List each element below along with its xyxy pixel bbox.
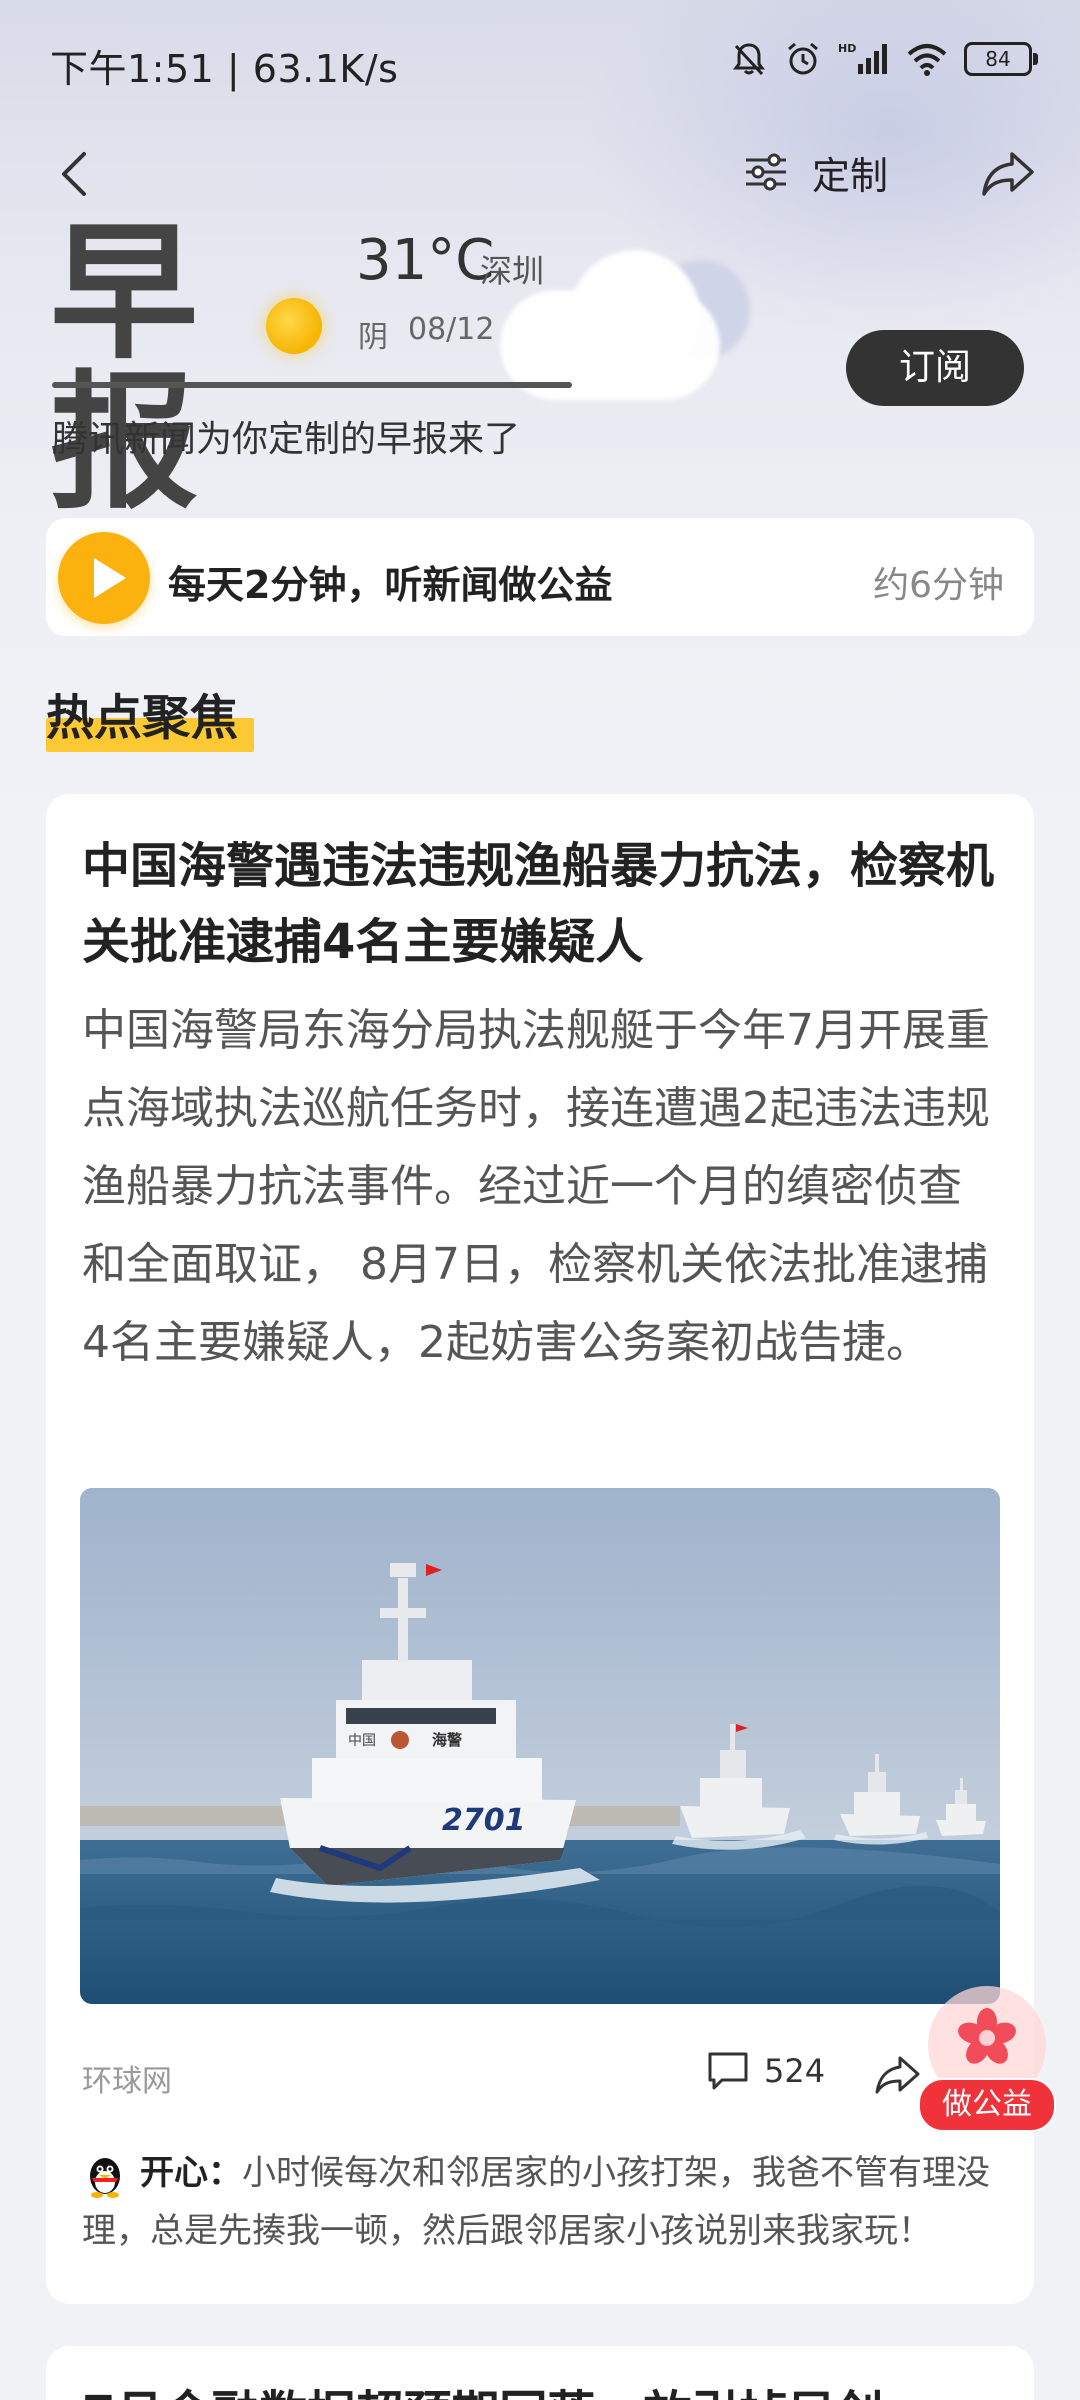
qq-penguin-icon xyxy=(90,2157,120,2198)
signal-icon: HD xyxy=(838,42,887,74)
sun-icon xyxy=(266,298,322,354)
article-source[interactable]: 环球网 xyxy=(82,2056,172,2100)
wifi-icon xyxy=(907,44,947,76)
comment-icon xyxy=(708,2052,748,2090)
article-summary: 中国海警局东海分局执法舰艇于今年7月开展重点海域执法巡航任务时，接连遭遇2起违法… xyxy=(82,1005,990,1368)
audio-news-bar[interactable]: 每天2分钟，听新闻做公益 约6分钟 xyxy=(46,518,1034,636)
weather-line: 阴 08/12 xyxy=(358,312,494,356)
audio-duration: 约6分钟 xyxy=(873,565,1004,606)
temperature: 31°C xyxy=(356,228,495,293)
subscribe-button[interactable]: 订阅 xyxy=(846,330,1024,406)
article-footer: 环球网 524 xyxy=(82,2044,1002,2104)
page: 下午1:51 | 63.1K/s HD 84 定制 早报 31°C 深圳 阴 0… xyxy=(0,0,1080,2400)
comment-button[interactable]: 524 xyxy=(706,2050,825,2092)
article-image[interactable]: 中国 海警 2701 xyxy=(80,1488,1000,2004)
mute-bell-icon xyxy=(733,43,765,76)
article-card[interactable]: 中国海警遇违法违规渔船暴力抗法，检察机关批准逮捕4名主要嫌疑人 中国海警局东海分… xyxy=(46,794,1034,2304)
charity-float-button[interactable]: 做公益 xyxy=(918,1986,1056,2132)
alarm-icon xyxy=(788,42,818,75)
commenter-name: 开心： xyxy=(140,2153,242,2193)
next-article-card[interactable]: 7月金融数据超预期回落，放引掉局创 xyxy=(46,2346,1034,2400)
share-icon[interactable] xyxy=(978,142,1038,202)
section-title: 热点聚焦 xyxy=(46,690,239,746)
battery-indicator: 84 xyxy=(964,42,1038,76)
cloud-icon xyxy=(500,250,750,420)
coast-guard-ships-image: 中国 海警 2701 xyxy=(80,1488,1000,2004)
svg-text:HD: HD xyxy=(838,42,856,55)
sliders-icon xyxy=(746,153,786,191)
hull-number: 2701 xyxy=(442,1803,526,1838)
top-nav: 定制 xyxy=(0,128,1080,218)
top-comment[interactable]: 开心：小时候每次和邻居家的小孩打架，我爸不管有理没理，总是先揍我一顿，然后跟邻居… xyxy=(82,2144,1002,2260)
status-time-speed: 下午1:51 | 63.1K/s xyxy=(50,47,399,91)
article-share-icon[interactable] xyxy=(872,2048,922,2098)
header-divider xyxy=(52,382,572,388)
customize-label: 定制 xyxy=(812,153,889,198)
tagline: 腾讯新闻为你定制的早报来了 xyxy=(52,419,521,460)
status-icons: HD 84 xyxy=(730,40,1038,78)
audio-title: 每天2分钟，听新闻做公益 xyxy=(168,563,613,607)
comment-count: 524 xyxy=(764,2052,826,2090)
weather-condition: 阴 xyxy=(358,320,388,355)
play-icon[interactable] xyxy=(58,532,150,624)
status-bar: 下午1:51 | 63.1K/s HD 84 xyxy=(0,0,1080,128)
weather-date: 08/12 xyxy=(408,312,495,347)
bridge-text-left: 中国 xyxy=(348,1733,376,1749)
back-icon[interactable] xyxy=(46,144,106,204)
page-title: 早报 xyxy=(50,207,198,529)
bridge-text: 海警 xyxy=(432,1731,462,1749)
charity-label: 做公益 xyxy=(918,2078,1056,2132)
next-article-headline[interactable]: 7月金融数据超预期回落，放引掉局创 xyxy=(82,2374,1002,2400)
article-headline[interactable]: 中国海警遇违法违规渔船暴力抗法，检察机关批准逮捕4名主要嫌疑人 xyxy=(82,828,1002,980)
customize-button[interactable]: 定制 xyxy=(744,142,888,202)
